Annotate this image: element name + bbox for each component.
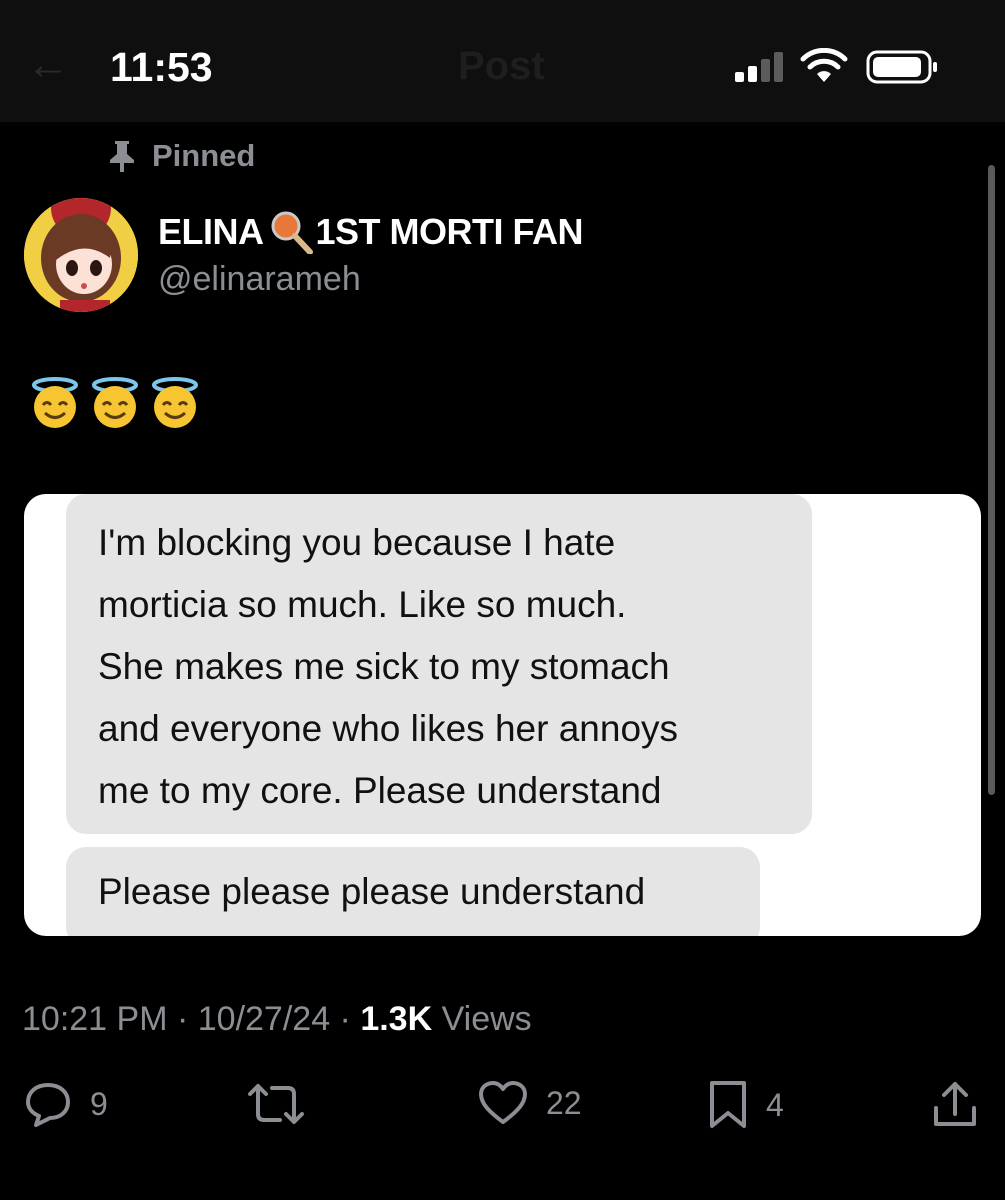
message-line: morticia so much. Like so much.	[98, 584, 627, 625]
smiling-halo-emoji	[148, 376, 202, 435]
reply-button[interactable]: 9	[24, 1080, 108, 1128]
post-time: 10:21 PM	[22, 1000, 168, 1038]
post-meta: 10:21 PM · 10/27/24 · 1.3K Views	[22, 1000, 532, 1039]
arrow-left-icon[interactable]: ←	[26, 40, 70, 90]
message-line: I'm blocking you because I hate	[98, 522, 616, 563]
wifi-icon	[800, 48, 848, 82]
post-date: 10/27/24	[197, 1000, 331, 1038]
smiling-halo-emoji	[88, 376, 142, 435]
repost-icon	[248, 1084, 304, 1124]
repost-button[interactable]	[246, 1080, 324, 1128]
status-time: 11:53	[110, 44, 213, 90]
views-label: Views	[432, 1000, 532, 1038]
share-button[interactable]	[932, 1080, 978, 1130]
meta-separator: ·	[330, 1000, 361, 1038]
magnifier-icon	[271, 211, 313, 254]
bookmark-count: 4	[766, 1086, 784, 1123]
post-text	[28, 376, 202, 435]
avatar[interactable]	[24, 198, 138, 312]
message-line: and everyone who likes her annoys	[98, 708, 679, 749]
page-title: Post	[458, 44, 545, 88]
author-handle[interactable]: @elinarameh	[158, 260, 361, 299]
smiling-halo-emoji	[28, 376, 82, 435]
post-image[interactable]: I'm blocking you because I hate morticia…	[24, 494, 981, 936]
share-icon	[934, 1082, 976, 1126]
author-name-part2: 1ST MORTI FAN	[315, 211, 584, 252]
message-line: She makes me sick to my stomach	[98, 646, 670, 687]
bookmark-icon	[710, 1081, 746, 1128]
pin-icon	[110, 141, 134, 172]
heart-icon	[479, 1081, 527, 1124]
battery-icon	[866, 50, 937, 84]
like-count: 22	[546, 1084, 582, 1121]
pinned-indicator: Pinned	[108, 138, 255, 174]
message-line: Please please please understand	[98, 871, 646, 912]
bookmark-button[interactable]: 4	[708, 1080, 784, 1130]
pinned-label: Pinned	[152, 138, 256, 173]
signal-icon	[735, 52, 783, 82]
status-bar: ← Post 11:53	[0, 0, 1005, 122]
message-bubble: Please please please understand	[66, 847, 760, 936]
reply-count: 9	[90, 1085, 108, 1122]
message-line: me to my core. Please understand	[98, 770, 662, 811]
scrollbar[interactable]	[988, 165, 995, 795]
views-count: 1.3K	[360, 1000, 433, 1038]
meta-separator: ·	[167, 1000, 198, 1038]
message-bubble: I'm blocking you because I hate morticia…	[66, 494, 812, 834]
like-button[interactable]: 22	[478, 1080, 582, 1126]
action-bar: 9 22 4	[0, 1080, 1005, 1140]
reply-icon	[26, 1083, 70, 1127]
author-name[interactable]: ELINA 1ST MORTI FAN	[158, 210, 584, 254]
author-name-part1: ELINA	[158, 211, 264, 252]
avatar-image	[24, 198, 138, 312]
